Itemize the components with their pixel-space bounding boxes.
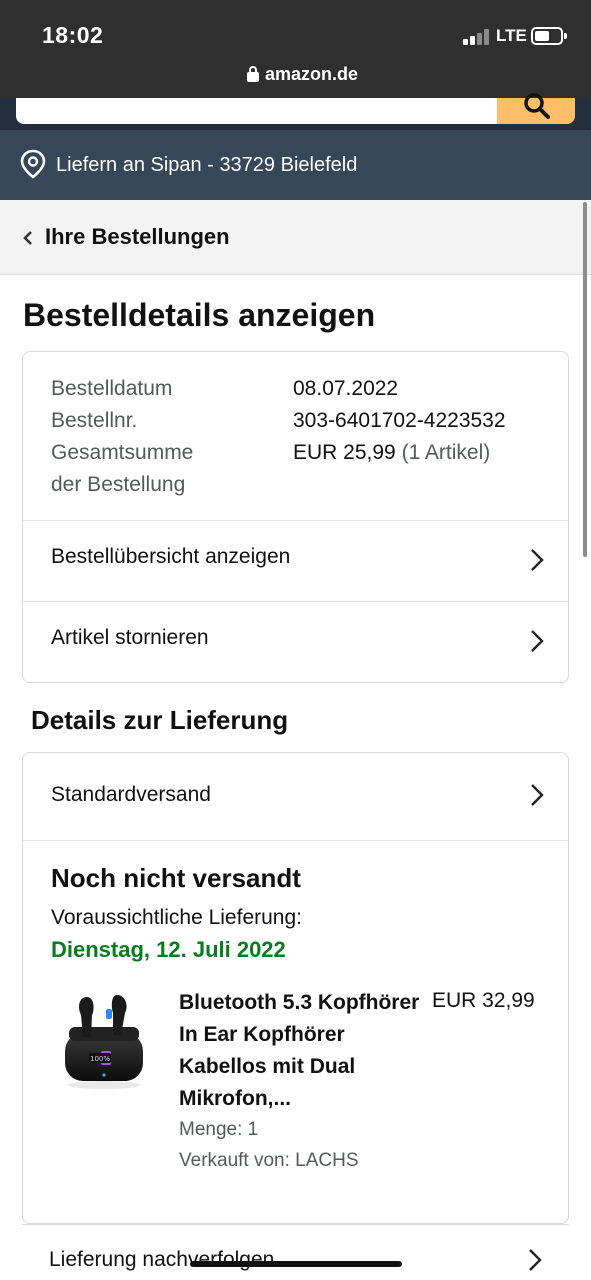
- order-date-value: 08.07.2022: [293, 377, 399, 400]
- chevron-right-icon: [531, 784, 544, 806]
- home-indicator[interactable]: [190, 1261, 402, 1267]
- search-button[interactable]: [497, 93, 575, 124]
- order-total-label-line1: Gesamtsumme: [51, 441, 194, 464]
- product-quantity: Menge: 1: [179, 1119, 259, 1140]
- order-total-amount: EUR 25,99: [293, 441, 396, 464]
- signal-icon: [463, 29, 493, 45]
- shipping-method-link[interactable]: Standardversand: [23, 753, 568, 840]
- order-number-row: Bestellnr. 303-6401702-4223532: [51, 405, 506, 437]
- shipping-method-label: Standardversand: [51, 783, 211, 806]
- order-number-value: 303-6401702-4223532: [293, 409, 506, 432]
- chevron-right-icon: [529, 1249, 542, 1271]
- eta-date: Dienstag, 12. Juli 2022: [51, 937, 286, 962]
- shipment-status: Noch nicht versandt: [51, 863, 301, 893]
- chevron-left-icon: [23, 231, 32, 245]
- product-image[interactable]: 100%: [59, 985, 149, 1093]
- case-display-text: 100%: [90, 1055, 110, 1063]
- order-total-row: Gesamtsumme der Bestellung EUR 25,99 (1 …: [51, 437, 490, 501]
- status-bar: 18:02 LTE: [0, 0, 591, 56]
- cancel-items-link[interactable]: Artikel stornieren: [23, 602, 568, 682]
- order-total-note: (1 Artikel): [401, 441, 491, 464]
- chevron-right-icon: [531, 630, 544, 652]
- chevron-right-icon: [531, 549, 544, 571]
- network-label: LTE: [496, 26, 527, 45]
- order-total-value: EUR 25,99 (1 Artikel): [293, 437, 490, 469]
- order-summary-card: Bestelldatum 08.07.2022 Bestellnr. 303-6…: [22, 351, 569, 683]
- divider: [23, 840, 568, 841]
- search-input[interactable]: [16, 98, 498, 124]
- scrollbar[interactable]: [583, 202, 587, 557]
- order-total-label-line2: der Bestellung: [51, 473, 186, 496]
- search-icon: [524, 93, 550, 119]
- view-order-summary-link[interactable]: Bestellübersicht anzeigen: [23, 521, 568, 601]
- location-pin-icon: [20, 149, 46, 179]
- back-to-orders-link[interactable]: Ihre Bestellungen: [45, 224, 230, 250]
- delivery-card: Standardversand Noch nicht versandt Vora…: [22, 752, 569, 1224]
- deliver-to-label: Liefern an Sipan - 33729 Bielefeld: [56, 154, 358, 176]
- divider: [22, 1224, 569, 1225]
- url-text: amazon.de: [265, 64, 359, 84]
- cancel-items-label: Artikel stornieren: [51, 626, 209, 649]
- status-time: 18:02: [42, 22, 104, 48]
- breadcrumb[interactable]: Ihre Bestellungen: [0, 200, 591, 275]
- amazon-header: [0, 93, 591, 130]
- view-order-summary-label: Bestellübersicht anzeigen: [51, 545, 291, 568]
- product-title-link[interactable]: Bluetooth 5.3 Kopfhörer In Ear Kopfhörer…: [179, 987, 429, 1115]
- lock-icon: [247, 66, 259, 82]
- order-number-label: Bestellnr.: [51, 409, 138, 432]
- track-delivery-label: Lieferung nachverfolgen: [49, 1248, 275, 1271]
- track-delivery-link[interactable]: Lieferung nachverfolgen: [0, 1226, 591, 1280]
- delivery-section-title: Details zur Lieferung: [31, 705, 289, 735]
- deliver-to-bar[interactable]: Liefern an Sipan - 33729 Bielefeld: [0, 130, 591, 200]
- product-price: EUR 32,99: [432, 989, 535, 1012]
- browser-url-bar[interactable]: amazon.de: [0, 56, 591, 98]
- eta-label: Voraussichtliche Lieferung:: [51, 906, 302, 929]
- battery-icon: [531, 27, 567, 45]
- product-seller: Verkauft von: LACHS: [179, 1150, 359, 1171]
- order-date-row: Bestelldatum 08.07.2022: [51, 373, 398, 405]
- order-date-label: Bestelldatum: [51, 377, 173, 400]
- page-title: Bestelldetails anzeigen: [23, 297, 376, 333]
